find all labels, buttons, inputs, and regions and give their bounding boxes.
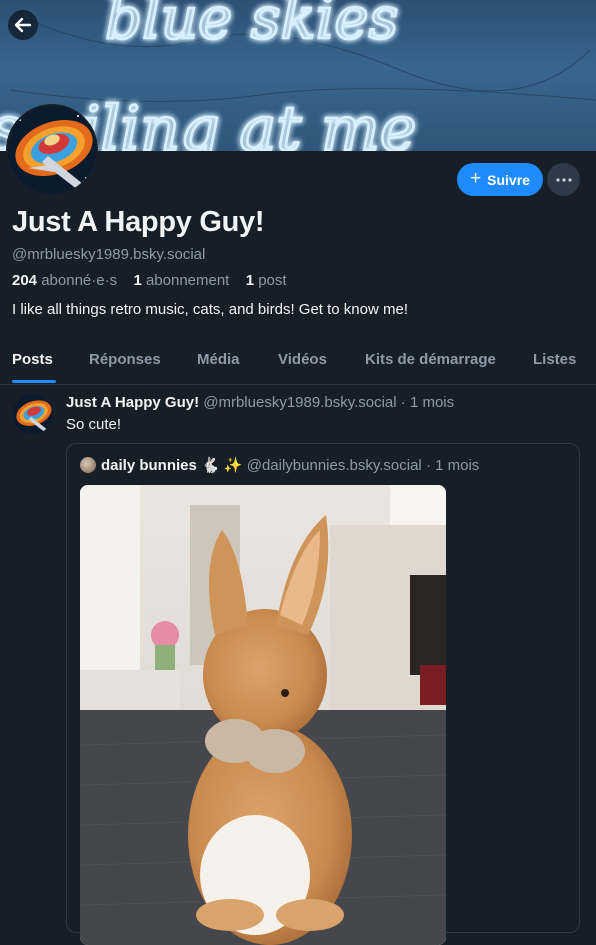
quoted-post-header: daily bunnies 🐇 ✨ @dailybunnies.bsky.soc… [101, 456, 479, 474]
bunny-photo[interactable] [80, 485, 446, 945]
followers-stat[interactable]: 204 abonné·e·s [12, 272, 117, 289]
posts-label: post [258, 272, 287, 289]
follow-button[interactable]: + Suivre [457, 163, 543, 196]
profile-stats: 204 abonné·e·s 1 abonnement 1 post [12, 272, 287, 289]
quoted-author-name: daily bunnies 🐇 ✨ [101, 457, 243, 474]
followers-count: 204 [12, 272, 38, 289]
tab-replies[interactable]: Réponses [89, 351, 161, 368]
post-author-avatar[interactable] [13, 394, 53, 434]
post-header: Just A Happy Guy! @mrbluesky1989.bsky.so… [66, 394, 454, 411]
more-horizontal-icon [555, 177, 572, 182]
profile-handle: @mrbluesky1989.bsky.social [12, 246, 206, 263]
post-timestamp[interactable]: · 1 mois [401, 394, 454, 411]
profile-bio: I like all things retro music, cats, and… [12, 301, 408, 318]
posts-count: 1 [245, 272, 255, 289]
tab-starter-packs[interactable]: Kits de démarrage [365, 351, 496, 368]
post-author-name[interactable]: Just A Happy Guy! [66, 394, 199, 411]
following-label: abonnement [145, 272, 230, 289]
tab-media[interactable]: Média [197, 351, 240, 368]
follow-button-label: Suivre [487, 171, 530, 188]
profile-tabs: Posts Réponses Média Vidéos Kits de déma… [0, 340, 596, 385]
posts-stat: 1 post [246, 272, 287, 289]
arrow-left-icon [14, 17, 32, 33]
bunny-image [80, 485, 446, 945]
avatar-image [13, 394, 53, 434]
tab-lists[interactable]: Listes [533, 351, 576, 368]
banner-neon-text-1: blue skies [105, 0, 398, 52]
profile-avatar[interactable] [6, 104, 98, 196]
followers-label: abonné·e·s [41, 272, 118, 289]
quoted-post-timestamp: · 1 mois [425, 457, 480, 474]
quoted-author-handle: @dailybunnies.bsky.social [246, 457, 422, 474]
more-options-button[interactable] [547, 163, 580, 196]
plus-icon: + [470, 168, 482, 189]
following-count: 1 [133, 272, 142, 289]
post-author-handle[interactable]: @mrbluesky1989.bsky.social [203, 394, 396, 411]
tab-videos[interactable]: Vidéos [278, 351, 327, 368]
profile-display-name: Just A Happy Guy! [12, 206, 265, 238]
back-button[interactable] [8, 10, 38, 40]
post-text: So cute! [66, 416, 122, 433]
following-stat[interactable]: 1 abonnement [133, 272, 229, 289]
quoted-post[interactable]: daily bunnies 🐇 ✨ @dailybunnies.bsky.soc… [66, 443, 580, 945]
tab-posts[interactable]: Posts [12, 351, 53, 368]
avatar-image [8, 106, 96, 194]
active-tab-indicator [12, 380, 56, 383]
quoted-author-avatar [80, 457, 96, 473]
